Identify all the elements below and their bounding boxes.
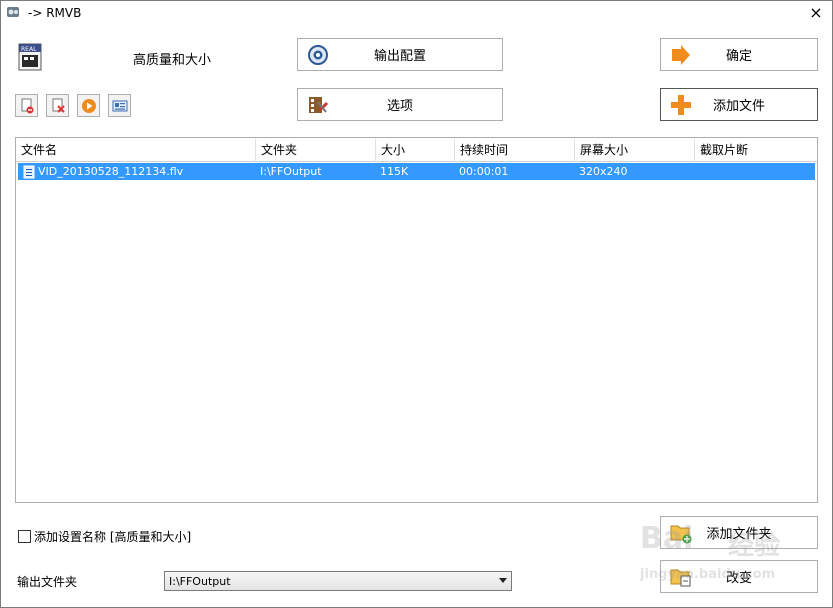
media-info-icon <box>112 100 127 111</box>
output-config-label: 输出配置 <box>373 49 426 64</box>
cell-filename: VID_20130528_112134.flv <box>18 163 256 180</box>
svg-text:REAL: REAL <box>21 46 37 53</box>
file-list-header: 文件名 文件夹 大小 持续时间 屏幕大小 截取片断 <box>16 138 817 162</box>
video-file-icon <box>23 165 35 178</box>
column-header-filename[interactable]: 文件名 <box>16 138 256 162</box>
column-header-duration[interactable]: 持续时间 <box>455 138 575 162</box>
chevron-down-icon[interactable] <box>499 578 507 583</box>
watermark-jingyan: 经验 <box>728 531 781 561</box>
remove-file-button[interactable] <box>15 94 38 117</box>
watermark-brand: Bai <box>640 521 694 556</box>
ok-button[interactable]: 确定 <box>660 38 818 71</box>
clear-list-button[interactable] <box>46 94 69 117</box>
add-profile-name-checkbox[interactable] <box>18 530 31 543</box>
media-info-button[interactable] <box>108 94 131 117</box>
options-button[interactable]: 选项 <box>297 88 503 121</box>
ok-label: 确定 <box>725 49 752 64</box>
window-title: -> RMVB <box>28 6 82 20</box>
output-folder-select[interactable]: I:\FFOutput <box>164 571 512 591</box>
table-row[interactable]: VID_20130528_112134.flv I:\FFOutput 115K… <box>18 163 815 180</box>
plus-icon <box>669 94 693 116</box>
add-file-button[interactable]: 添加文件 <box>660 88 818 121</box>
cell-duration: 00:00:01 <box>459 165 509 178</box>
remove-file-icon <box>21 98 33 113</box>
gear-icon <box>306 44 330 66</box>
output-config-button[interactable]: 输出配置 <box>297 38 503 71</box>
options-label: 选项 <box>386 99 413 114</box>
add-profile-name-label: 添加设置名称 [高质量和大小] <box>34 530 192 544</box>
close-button[interactable]: × <box>804 2 828 24</box>
profile-name: 高质量和大小 <box>133 53 212 68</box>
play-button[interactable] <box>77 94 100 117</box>
column-header-clip[interactable]: 截取片断 <box>695 138 817 162</box>
app-icon <box>6 5 20 19</box>
file-list[interactable]: 文件名 文件夹 大小 持续时间 屏幕大小 截取片断 VID_20130528_1… <box>15 137 818 503</box>
film-tools-icon <box>306 94 330 116</box>
add-profile-name-checkbox-row[interactable]: 添加设置名称 [高质量和大小] <box>18 528 191 545</box>
arrow-right-icon <box>669 44 693 66</box>
add-file-label: 添加文件 <box>712 99 765 114</box>
clear-list-icon <box>52 98 65 113</box>
cell-folder: I:\FFOutput <box>260 165 322 178</box>
cell-size: 115K <box>380 165 409 178</box>
cell-screen-size: 320x240 <box>579 165 628 178</box>
watermark: Bai 经验 jingyan.baidu.com <box>640 515 830 605</box>
play-icon <box>81 98 96 113</box>
output-folder-value: I:\FFOutput <box>169 574 231 588</box>
column-header-folder[interactable]: 文件夹 <box>256 138 376 162</box>
watermark-url: jingyan.baidu.com <box>640 567 776 582</box>
column-header-size[interactable]: 大小 <box>376 138 455 162</box>
column-header-screen-size[interactable]: 屏幕大小 <box>575 138 695 162</box>
filename-text: VID_20130528_112134.flv <box>38 165 184 178</box>
real-media-icon: REAL <box>16 42 44 72</box>
output-folder-label: 输出文件夹 <box>17 575 78 589</box>
cell-clip <box>695 163 815 180</box>
